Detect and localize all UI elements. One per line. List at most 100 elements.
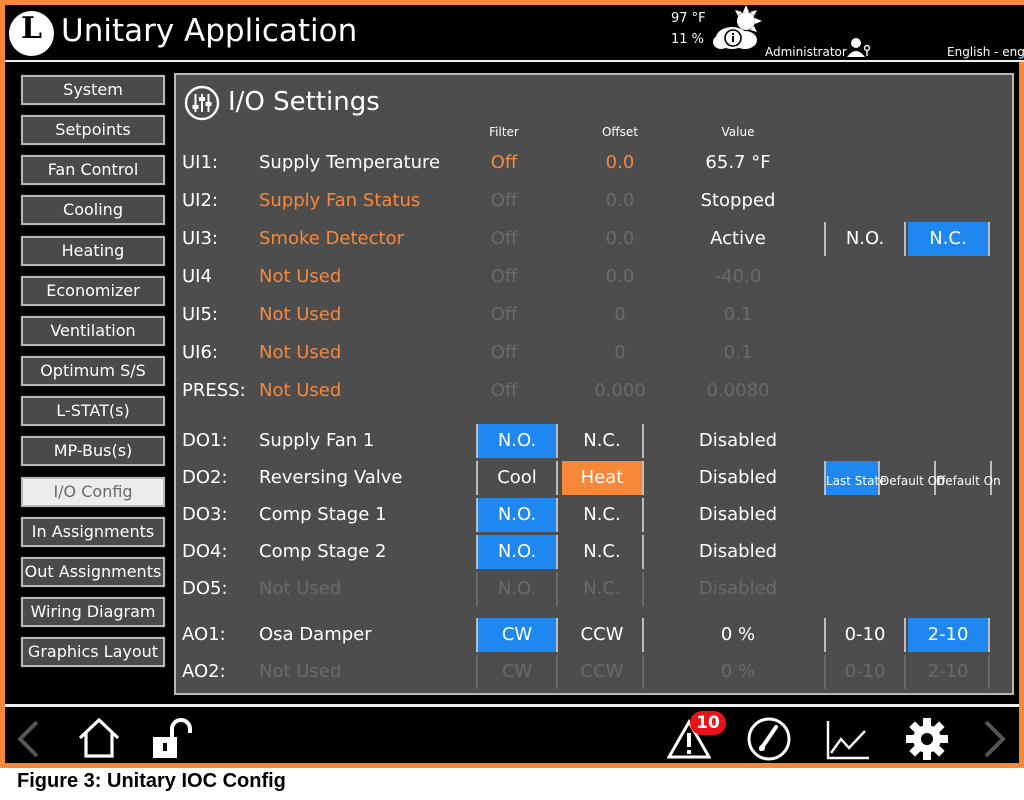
- range-2-10-toggle[interactable]: 2-10: [908, 618, 990, 652]
- sidebar-item-system[interactable]: System: [20, 74, 166, 106]
- column-header-value: Value: [721, 125, 755, 139]
- home-icon[interactable]: [77, 717, 121, 759]
- trend-chart-icon[interactable]: [825, 719, 871, 761]
- heat-toggle[interactable]: Heat: [562, 461, 644, 495]
- counterclockwise-toggle[interactable]: CCW: [562, 618, 644, 652]
- chevron-left-icon[interactable]: [15, 719, 41, 759]
- io-id: PRESS:: [182, 380, 246, 401]
- io-value: Disabled: [698, 541, 778, 562]
- sidebar-item-setpoints[interactable]: Setpoints: [20, 114, 166, 147]
- io-label[interactable]: Comp Stage 1: [259, 498, 386, 532]
- io-value: 0 %: [720, 661, 756, 682]
- io-label[interactable]: Smoke Detector: [259, 222, 404, 256]
- sidebar-item-optimum-s-s[interactable]: Optimum S/S: [20, 355, 166, 388]
- sidebar-item-graphics-layout[interactable]: Graphics Layout: [20, 636, 166, 669]
- footer-bar: 10: [5, 707, 1019, 763]
- io-id: AO2:: [182, 661, 226, 682]
- io-value: Stopped: [700, 190, 776, 211]
- io-label[interactable]: Not Used: [259, 298, 341, 332]
- sidebar-item-mp-bus-s[interactable]: MP-Bus(s): [20, 435, 166, 468]
- alarm-count-badge: 10: [690, 711, 726, 735]
- default-off-toggle[interactable]: Default Off: [880, 461, 945, 495]
- outdoor-humidity: 11 %: [671, 32, 705, 47]
- normally-open-toggle[interactable]: N.O.: [476, 498, 558, 532]
- normally-open-toggle[interactable]: N.O.: [824, 222, 906, 256]
- sidebar-item-ventilation[interactable]: Ventilation: [20, 314, 166, 347]
- offset-value: 0: [614, 304, 626, 325]
- io-value: 65.7 °F: [705, 152, 771, 173]
- sidebar-item-out-assignments[interactable]: Out Assignments: [20, 555, 166, 588]
- io-label[interactable]: Comp Stage 2: [259, 535, 386, 569]
- filter-value: Off: [490, 190, 518, 211]
- unlock-icon[interactable]: [150, 717, 194, 761]
- figure-caption: Figure 3: Unitary IOC Config: [17, 770, 286, 792]
- normally-closed-toggle[interactable]: N.C.: [562, 424, 644, 458]
- default-on-toggle[interactable]: Default On: [936, 461, 1001, 495]
- io-value: Active: [710, 228, 766, 249]
- range-0-10-toggle[interactable]: 0-10: [824, 618, 906, 652]
- io-label[interactable]: Not Used: [259, 655, 341, 689]
- clockwise-toggle: CW: [476, 655, 558, 689]
- sliders-icon: [184, 85, 220, 121]
- app-title: Unitary Application: [61, 13, 358, 49]
- normally-closed-toggle[interactable]: N.C.: [562, 535, 644, 569]
- sidebar-item-economizer[interactable]: Economizer: [20, 274, 166, 307]
- chevron-right-icon[interactable]: [982, 719, 1008, 759]
- io-value: 0.1: [723, 342, 753, 363]
- io-id: UI3:: [182, 228, 218, 249]
- io-label[interactable]: Supply Temperature: [259, 146, 440, 180]
- input-row-ui6: UI6: Not Used Off 0 0.1: [176, 336, 1012, 370]
- filter-value: Off: [490, 380, 518, 401]
- io-id: UI5:: [182, 304, 218, 325]
- io-label[interactable]: Not Used: [259, 336, 341, 370]
- filter-value[interactable]: Off: [444, 146, 564, 180]
- sidebar-item-fan-control[interactable]: Fan Control: [20, 154, 166, 187]
- logo-letter: L: [20, 11, 43, 46]
- io-id: DO3:: [182, 504, 228, 525]
- output-row-ao1: AO1: Osa Damper CW CCW 0 % 0-10 2-10: [176, 618, 1012, 652]
- counterclockwise-toggle: CCW: [562, 655, 644, 689]
- user-icon[interactable]: [847, 37, 871, 59]
- io-label[interactable]: Supply Fan Status: [259, 184, 420, 218]
- output-row-do4: DO4: Comp Stage 2 N.O. N.C. Disabled: [176, 535, 1012, 569]
- io-value: 0 %: [720, 624, 756, 645]
- sidebar-item-wiring-diagram[interactable]: Wiring Diagram: [20, 595, 166, 628]
- input-row-ui3: UI3: Smoke Detector Off 0.0 Active N.O. …: [176, 222, 1012, 256]
- filter-value: Off: [490, 266, 518, 287]
- io-label[interactable]: Not Used: [259, 572, 341, 606]
- sidebar-item-l-stat-s[interactable]: L-STAT(s): [20, 395, 166, 428]
- sidebar-item-heating[interactable]: Heating: [20, 234, 166, 267]
- language-selector[interactable]: English - eng: [947, 45, 1024, 59]
- gear-icon[interactable]: [905, 717, 949, 761]
- sidebar-item-cooling[interactable]: Cooling: [20, 194, 166, 227]
- offset-value: 0: [614, 342, 626, 363]
- offset-value: 0.0: [605, 228, 635, 249]
- cool-toggle[interactable]: Cool: [476, 461, 558, 495]
- offset-value[interactable]: 0.0: [560, 146, 680, 180]
- clockwise-toggle[interactable]: CW: [476, 618, 558, 652]
- io-label[interactable]: Supply Fan 1: [259, 424, 374, 458]
- normally-closed-toggle[interactable]: N.C.: [908, 222, 990, 256]
- filter-value: Off: [490, 342, 518, 363]
- io-id: UI2:: [182, 190, 218, 211]
- normally-open-toggle[interactable]: N.O.: [476, 535, 558, 569]
- sidebar-item-in-assignments[interactable]: In Assignments: [20, 515, 166, 548]
- last-state-toggle[interactable]: Last State: [824, 461, 887, 495]
- normally-open-toggle[interactable]: N.O.: [476, 424, 558, 458]
- sidebar-item-i-o-config[interactable]: I/O Config: [20, 475, 166, 508]
- io-label[interactable]: Reversing Valve: [259, 461, 403, 495]
- io-label[interactable]: Osa Damper: [259, 618, 372, 652]
- io-value: Disabled: [698, 467, 778, 488]
- io-label[interactable]: Not Used: [259, 260, 341, 294]
- io-value: Disabled: [698, 430, 778, 451]
- normally-open-toggle: N.O.: [476, 572, 558, 606]
- gauge-icon[interactable]: [745, 715, 793, 763]
- normally-closed-toggle: N.C.: [562, 572, 644, 606]
- weather-icon[interactable]: [712, 5, 764, 55]
- offset-value: 0.000: [594, 380, 646, 401]
- filter-value: Off: [490, 228, 518, 249]
- io-label[interactable]: Not Used: [259, 374, 341, 408]
- io-id: DO4:: [182, 541, 228, 562]
- normally-closed-toggle[interactable]: N.C.: [562, 498, 644, 532]
- io-id: UI4: [182, 266, 212, 287]
